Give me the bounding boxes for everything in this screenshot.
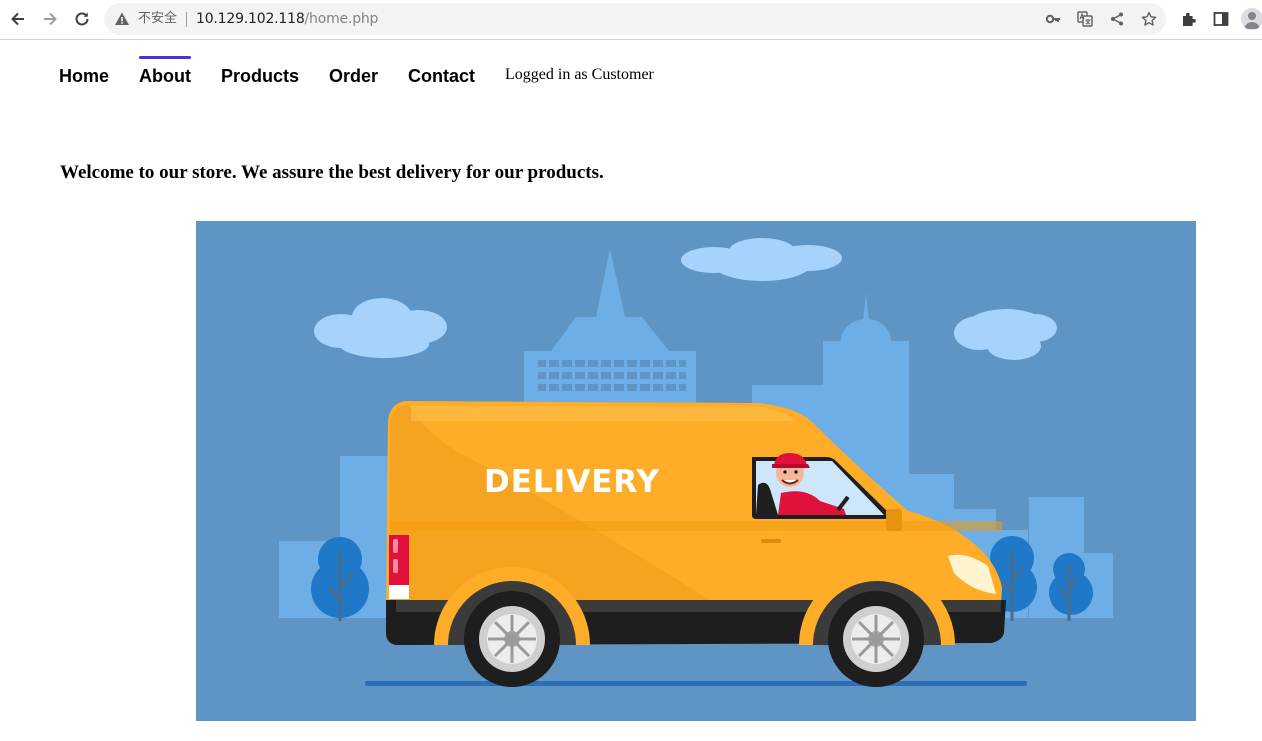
url-text[interactable]: 10.129.102.118/home.php [196, 11, 378, 27]
address-bar[interactable]: 不安全 10.129.102.118/home.php [104, 3, 1166, 35]
bookmark-star-icon[interactable] [1140, 10, 1158, 28]
rear-wheel [464, 591, 560, 687]
key-icon[interactable] [1044, 10, 1062, 28]
nav-home[interactable]: Home [59, 66, 109, 87]
login-status: Logged in as Customer [505, 66, 654, 83]
separator [186, 12, 187, 27]
extensions-icon[interactable] [1179, 9, 1199, 29]
welcome-heading: Welcome to our store. We assure the best… [60, 162, 604, 183]
side-panel-icon[interactable] [1211, 9, 1231, 29]
forward-icon[interactable] [38, 7, 62, 31]
profile-avatar-icon[interactable] [1241, 8, 1262, 30]
delivery-van-illustration: DELIVERY [196, 221, 1196, 721]
nav-about[interactable]: About [139, 66, 191, 87]
url-host: 10.129.102.118 [196, 11, 305, 27]
nav-contact[interactable]: Contact [408, 66, 475, 87]
warning-icon[interactable] [114, 11, 130, 27]
security-label[interactable]: 不安全 [138, 11, 177, 27]
nav-products[interactable]: Products [221, 66, 299, 87]
active-tab-indicator [139, 56, 191, 59]
browser-toolbar: 不安全 10.129.102.118/home.php [0, 0, 1262, 40]
van-lettering: DELIVERY [484, 464, 660, 500]
url-path: /home.php [304, 11, 379, 27]
share-icon[interactable] [1108, 10, 1126, 28]
translate-icon[interactable] [1076, 10, 1094, 28]
road-line [365, 681, 1027, 686]
reload-icon[interactable] [70, 7, 94, 31]
nav-order[interactable]: Order [329, 66, 378, 87]
front-wheel [828, 591, 924, 687]
back-icon[interactable] [6, 7, 30, 31]
